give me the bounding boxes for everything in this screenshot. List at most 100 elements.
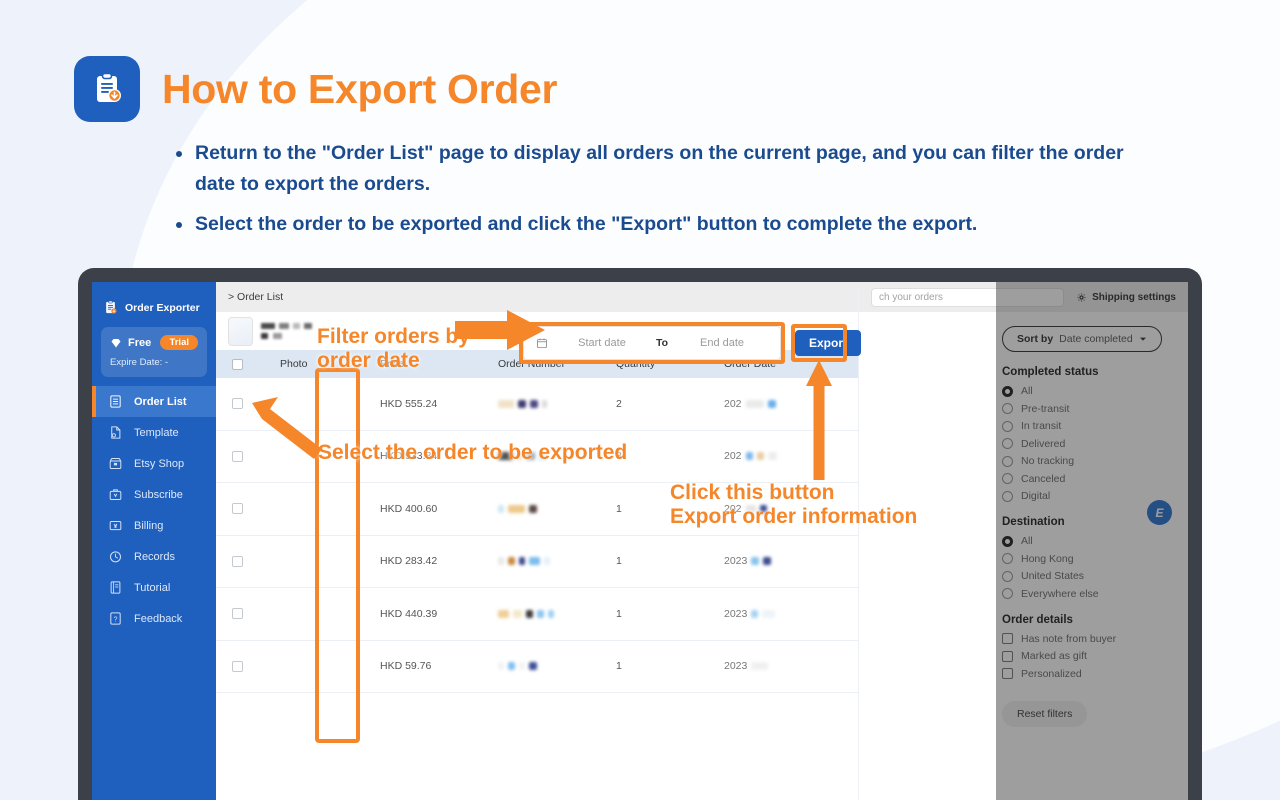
clipboard-download-icon xyxy=(106,300,117,314)
list-item: Select the order to be exported and clic… xyxy=(176,209,1166,240)
annotation-text: Click this button Export order informati… xyxy=(670,481,918,529)
annotation-text: Select the order to be exported xyxy=(318,441,628,464)
radio-icon xyxy=(1002,553,1013,564)
row-order-date: 2023 xyxy=(724,608,844,620)
filter-label: No tracking xyxy=(1021,455,1075,467)
app-sidebar: Order Exporter Free Trial Expire Date: - xyxy=(92,282,216,800)
order-details-title: Order details xyxy=(1002,613,1073,626)
arrow-to-checkbox-icon xyxy=(252,397,322,459)
filter-option-personalized[interactable]: Personalized xyxy=(1002,668,1174,680)
etsy-fab-icon[interactable]: E xyxy=(1147,500,1172,525)
sidebar-item-template[interactable]: Template xyxy=(92,417,216,448)
sidebar-item-subscribe[interactable]: Subscribe xyxy=(92,479,216,510)
row-order-date: 2023 xyxy=(724,555,844,567)
export-button[interactable]: Export xyxy=(795,330,862,356)
radio-icon xyxy=(1002,588,1013,599)
radio-icon xyxy=(1002,473,1013,484)
end-date-input[interactable]: End date xyxy=(676,337,768,349)
book-icon xyxy=(110,581,121,594)
clock-history-icon xyxy=(110,551,121,563)
bullet-dot-icon xyxy=(176,151,182,157)
sort-by-value: Date completed xyxy=(1059,333,1133,345)
row-order-number xyxy=(498,399,616,408)
filter-option-everywhere-else[interactable]: Everywhere else xyxy=(1002,588,1174,600)
filter-option-all-status[interactable]: All xyxy=(1002,385,1174,397)
filter-label: United States xyxy=(1021,570,1085,582)
shipping-settings-link[interactable]: Shipping settings xyxy=(1076,292,1176,303)
reset-filters-button[interactable]: Reset filters xyxy=(1002,701,1088,727)
filter-label: In transit xyxy=(1021,420,1062,432)
trial-badge: Trial xyxy=(160,335,198,350)
filter-option-united-states[interactable]: United States xyxy=(1002,570,1174,582)
filter-option-marked-gift[interactable]: Marked as gift xyxy=(1002,650,1174,662)
row-order-number xyxy=(498,662,616,671)
sidebar-item-tutorial[interactable]: Tutorial xyxy=(92,572,216,603)
filter-label: Canceled xyxy=(1021,472,1066,485)
filter-option-has-note[interactable]: Has note from buyer xyxy=(1002,633,1174,645)
list-icon xyxy=(110,395,121,408)
row-quantity: 1 xyxy=(616,660,622,673)
annotation-select-order: Select the order to be exported xyxy=(318,441,627,465)
radio-icon xyxy=(1002,403,1013,414)
row-quantity: 3 xyxy=(616,450,622,463)
radio-icon xyxy=(1002,535,1013,547)
filter-option-hong-kong[interactable]: Hong Kong xyxy=(1002,553,1174,565)
completed-status-title: Completed status xyxy=(1002,366,1099,378)
sidebar-item-billing[interactable]: Billing xyxy=(92,510,216,541)
filter-option-no-tracking[interactable]: No tracking xyxy=(1002,455,1174,467)
filter-option-canceled[interactable]: Canceled xyxy=(1002,473,1174,485)
row-checkbox[interactable] xyxy=(216,608,258,620)
bullet-dot-icon xyxy=(176,222,182,229)
filter-label: Everywhere else xyxy=(1021,587,1099,600)
chevron-down-icon xyxy=(1139,337,1146,341)
sidebar-item-label: Etsy Shop xyxy=(134,457,185,470)
arrow-to-date-filter-icon xyxy=(455,310,545,350)
sidebar-item-label: Records xyxy=(134,550,175,563)
checkbox-icon xyxy=(1002,650,1013,662)
filter-label: Personalized xyxy=(1021,667,1082,680)
filters-panel: Sort by Date completed Completed status … xyxy=(988,312,1188,800)
sidebar-item-label: Template xyxy=(134,426,179,439)
filter-label: Delivered xyxy=(1021,437,1066,450)
sort-by-label: Sort by xyxy=(1017,333,1054,345)
radio-icon xyxy=(1002,438,1013,449)
orders-right-panel: ch your orders Shipping settings Easy Ex… xyxy=(858,282,1188,800)
breadcrumb[interactable]: > Order List xyxy=(228,291,283,303)
sidebar-item-order-list[interactable]: Order List xyxy=(92,386,216,417)
row-price: HKD 283.42 xyxy=(380,555,438,568)
select-all-checkbox[interactable] xyxy=(216,358,258,370)
svg-text:?: ? xyxy=(114,616,118,623)
row-price: HKD 400.60 xyxy=(380,502,438,515)
radio-icon xyxy=(1002,490,1013,502)
filter-option-delivered[interactable]: Delivered xyxy=(1002,438,1174,450)
plan-card[interactable]: Free Trial Expire Date: - xyxy=(101,327,207,377)
instruction-list: Return to the "Order List" page to displ… xyxy=(176,138,1166,250)
sidebar-item-label: Order List xyxy=(134,395,187,408)
sidebar-item-feedback[interactable]: ? Feedback xyxy=(92,603,216,634)
filter-label: Pre-transit xyxy=(1021,402,1070,415)
annotation-filter-by-date: Filter orders by order date xyxy=(317,325,470,374)
row-checkbox[interactable] xyxy=(216,660,258,672)
date-range-filter[interactable]: Start date To End date xyxy=(523,326,781,360)
sidebar-item-records[interactable]: Records xyxy=(92,541,216,572)
filter-option-pre-transit[interactable]: Pre-transit xyxy=(1002,403,1174,415)
checkbox-icon xyxy=(1002,668,1013,679)
briefcase-icon xyxy=(109,489,122,500)
filter-option-all-destination[interactable]: All xyxy=(1002,535,1174,547)
sort-by-dropdown[interactable]: Sort by Date completed xyxy=(1002,326,1162,352)
filter-option-digital[interactable]: Digital xyxy=(1002,490,1174,502)
row-checkbox[interactable] xyxy=(216,555,258,567)
plan-card-top: Free Trial xyxy=(110,335,198,350)
question-icon: ? xyxy=(110,612,121,625)
filter-option-in-transit[interactable]: In transit xyxy=(1002,420,1174,432)
store-icon xyxy=(109,458,122,469)
start-date-input[interactable]: Start date xyxy=(556,337,648,349)
sidebar-item-label: Feedback xyxy=(134,612,183,625)
search-input[interactable]: ch your orders xyxy=(871,287,1065,307)
filter-label: Marked as gift xyxy=(1021,650,1087,662)
diamond-icon xyxy=(111,338,121,347)
row-checkbox[interactable] xyxy=(216,503,258,515)
shop-name-redacted xyxy=(261,323,312,339)
sidebar-item-etsy-shop[interactable]: Etsy Shop xyxy=(92,448,216,479)
row-order-number xyxy=(498,557,616,566)
